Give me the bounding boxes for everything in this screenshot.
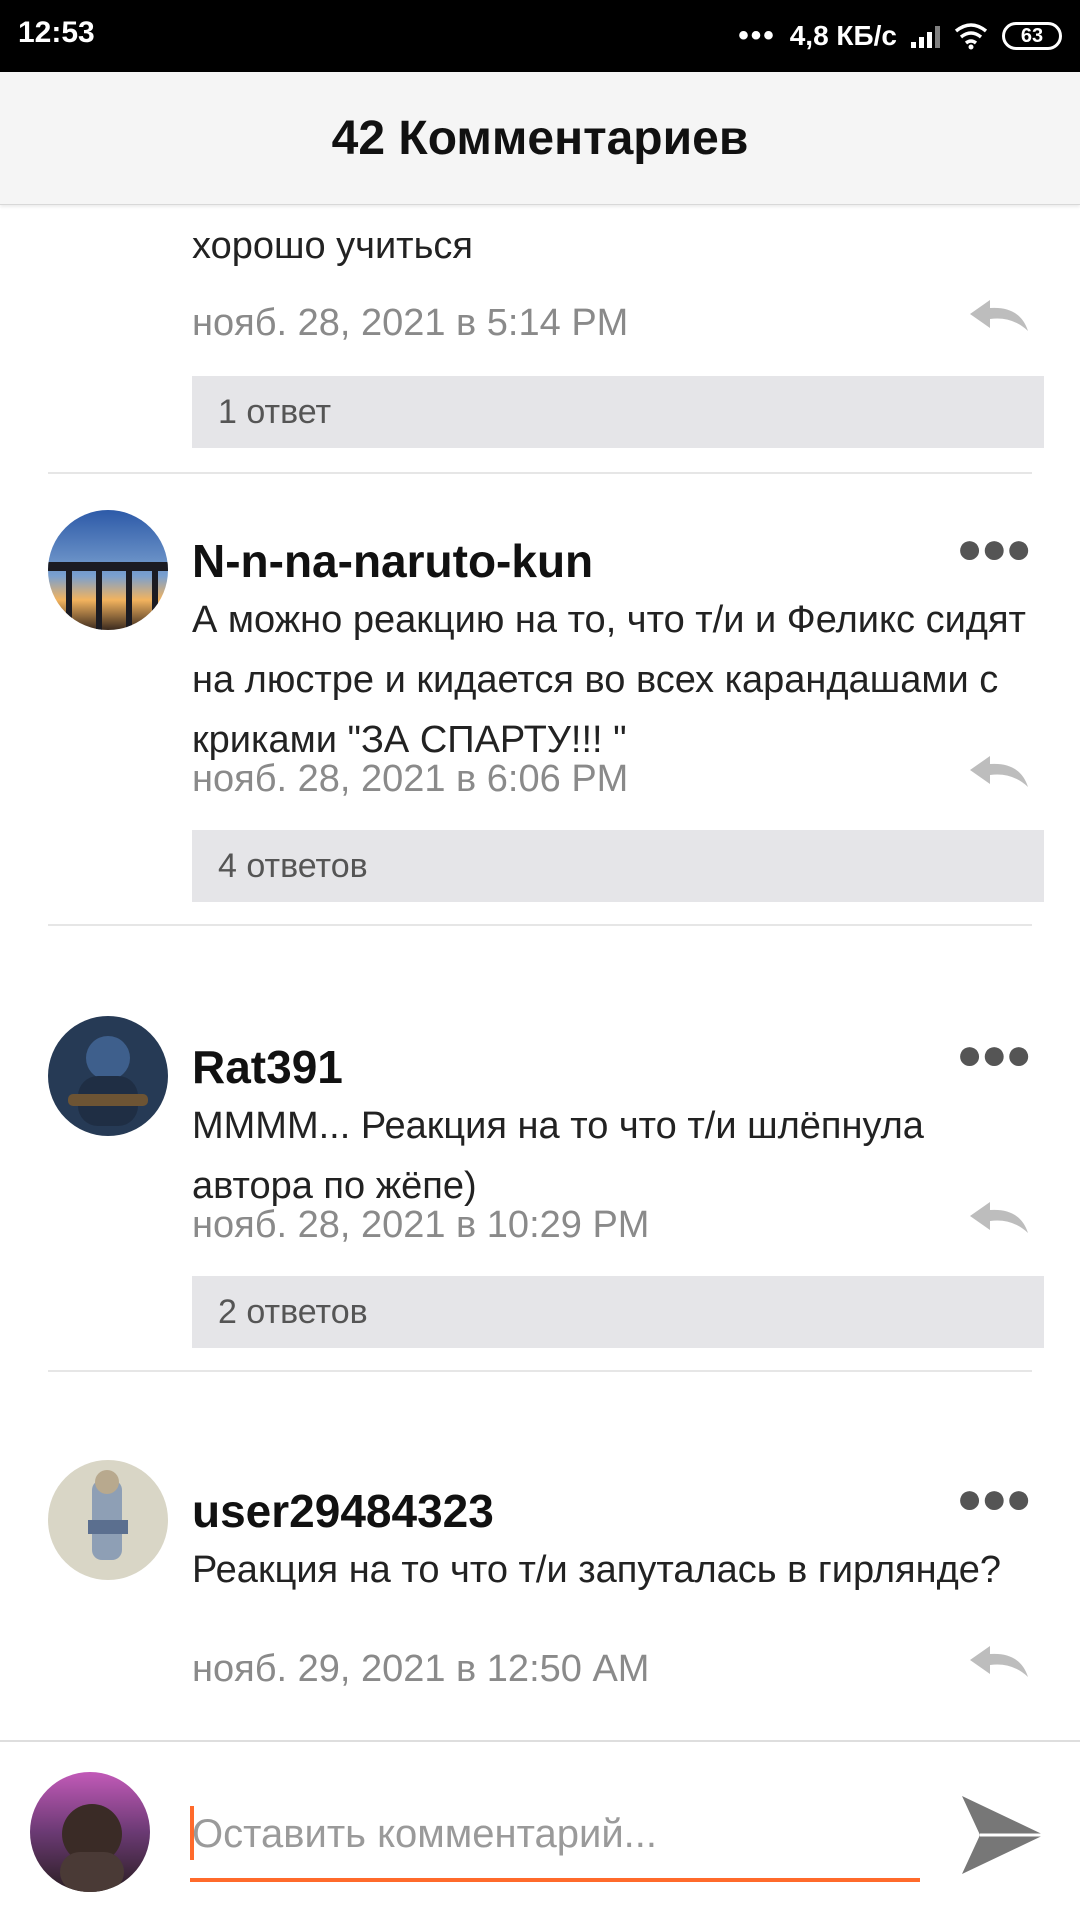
comment-input[interactable]	[190, 1800, 914, 1868]
comment-timestamp: нояб. 29, 2021 в 12:50 AM	[192, 1648, 650, 1690]
comment-input-wrapper[interactable]	[190, 1792, 920, 1882]
reply-icon[interactable]	[968, 1644, 1030, 1680]
replies-count: 1 ответ	[218, 393, 332, 431]
more-options-icon[interactable]: ●●●	[956, 1030, 1032, 1080]
status-time: 12:53	[18, 16, 95, 49]
avatar-image-icon	[48, 1460, 168, 1580]
comment-timestamp: нояб. 28, 2021 в 10:29 PM	[192, 1204, 650, 1246]
current-user-avatar[interactable]	[30, 1772, 150, 1892]
more-options-icon[interactable]: ●●●	[956, 524, 1032, 574]
more-options-icon[interactable]: ●●●	[956, 1474, 1032, 1524]
replies-count: 2 ответов	[218, 1293, 368, 1331]
comment-text: ММММ... Реакция на то что т/и шлёпнула а…	[192, 1105, 924, 1207]
comment-text: хорошо учиться	[192, 225, 473, 267]
status-right-group: ••• 4,8 КБ/с 63	[738, 16, 1062, 56]
comment-username[interactable]: Rat391	[192, 1040, 343, 1094]
reply-icon[interactable]	[968, 754, 1030, 790]
avatar-image-icon	[48, 1016, 168, 1136]
battery-icon: 63	[1002, 22, 1062, 50]
replies-button[interactable]: 1 ответ	[192, 376, 1044, 448]
reply-icon[interactable]	[968, 1200, 1030, 1236]
comment-composer	[0, 1740, 1080, 1922]
divider	[48, 472, 1032, 474]
send-icon[interactable]	[958, 1792, 1048, 1878]
divider	[48, 924, 1032, 926]
comment-timestamp: нояб. 28, 2021 в 5:14 PM	[192, 302, 629, 344]
app-header: 42 Комментариев	[0, 72, 1080, 205]
reply-icon[interactable]	[968, 298, 1030, 334]
avatar-image-icon	[48, 510, 168, 630]
comment-text: Реакция на то что т/и запуталась в гирля…	[192, 1549, 1002, 1591]
battery-level: 63	[1020, 24, 1044, 47]
avatar-image-icon	[30, 1772, 150, 1892]
avatar[interactable]	[48, 1460, 168, 1580]
comment-timestamp: нояб. 28, 2021 в 6:06 PM	[192, 758, 629, 800]
network-speed: 4,8 КБ/с	[789, 20, 897, 51]
divider	[48, 1370, 1032, 1372]
more-dots-icon: •••	[738, 19, 776, 52]
signal-icon	[911, 24, 940, 48]
comments-list[interactable]: хорошо учиться нояб. 28, 2021 в 5:14 PM …	[0, 204, 1080, 1740]
wifi-icon	[954, 23, 988, 50]
comment-username[interactable]: N-n-na-naruto-kun	[192, 534, 593, 588]
avatar[interactable]	[48, 1016, 168, 1136]
replies-button[interactable]: 2 ответов	[192, 1276, 1044, 1348]
page-title: 42 Комментариев	[331, 111, 749, 165]
comment-username[interactable]: user29484323	[192, 1484, 494, 1538]
comment-text: А можно реакцию на то, что т/и и Феликс …	[192, 599, 1026, 761]
replies-count: 4 ответов	[218, 847, 368, 885]
replies-button[interactable]: 4 ответов	[192, 830, 1044, 902]
avatar[interactable]	[48, 510, 168, 630]
status-bar: 12:53 ••• 4,8 КБ/с 63	[0, 0, 1080, 72]
